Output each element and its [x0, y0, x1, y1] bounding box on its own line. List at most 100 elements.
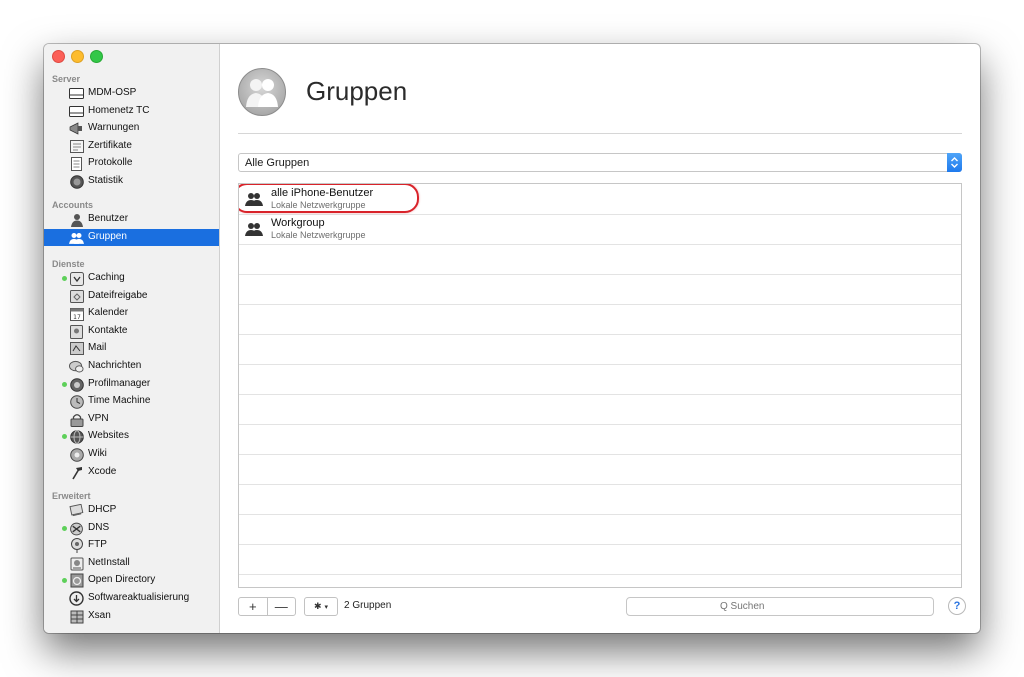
main-content: Gruppen Alle Gruppen alle iPhone-Benutze…	[220, 44, 980, 633]
gear-icon: ✱	[313, 601, 322, 611]
action-menu-button[interactable]: ✱ ▾	[304, 597, 338, 616]
sidebar-item-mail[interactable]: Mail	[44, 340, 219, 357]
contacts-icon	[69, 324, 84, 339]
sidebar-item-netinstall[interactable]: NetInstall	[44, 555, 219, 572]
vpn-icon	[69, 412, 84, 427]
table-row	[239, 514, 961, 545]
group-icon	[245, 222, 265, 238]
sidebar-item-label: Benutzer	[88, 213, 129, 224]
profile-manager-icon	[69, 377, 84, 392]
sidebar-item-label: Gruppen	[88, 231, 127, 242]
close-button[interactable]	[52, 50, 65, 63]
table-row	[239, 334, 961, 365]
sidebar-item-label: Nachrichten	[88, 360, 142, 371]
sidebar-item-dateifreigabe[interactable]: Dateifreigabe	[44, 288, 219, 305]
sidebar-item-label: Caching	[88, 272, 125, 283]
table-row	[239, 364, 961, 395]
netinstall-icon	[69, 556, 84, 571]
group-icon	[69, 230, 84, 245]
server-icon	[69, 86, 84, 101]
table-row	[239, 244, 961, 275]
sidebar-item-softwareaktualisierung[interactable]: Softwareaktualisierung	[44, 590, 219, 607]
certificate-icon	[69, 139, 84, 154]
group-filter-select[interactable]: Alle Gruppen	[238, 153, 962, 172]
sidebar-item-warnungen[interactable]: Warnungen	[44, 120, 219, 137]
sidebar-item-label: Kontakte	[88, 325, 128, 336]
sidebar-item-label: MDM-OSP	[88, 87, 137, 98]
sidebar-item-label: Kalender	[88, 307, 129, 318]
sidebar-item-ftp[interactable]: FTP	[44, 537, 219, 554]
window-controls	[52, 50, 103, 63]
table-row	[239, 484, 961, 515]
table-row	[239, 544, 961, 575]
annotation-highlight-ring	[239, 184, 419, 213]
table-row	[239, 424, 961, 455]
table-row[interactable]: Workgroup Lokale Netzwerkgruppe	[239, 214, 961, 245]
sidebar-item-label: Open Directory	[88, 574, 156, 585]
sidebar-item-label: Mail	[88, 342, 107, 353]
sidebar-item-mdm-osp[interactable]: MDM-OSP	[44, 85, 219, 102]
table-row[interactable]: alle iPhone-Benutzer Lokale Netzwerkgrupp…	[239, 184, 961, 215]
sidebar-item-vpn[interactable]: VPN	[44, 411, 219, 428]
group-list[interactable]: alle iPhone-Benutzer Lokale Netzwerkgrupp…	[238, 183, 962, 588]
mail-icon	[69, 341, 84, 356]
table-row	[239, 394, 961, 425]
sidebar-section-server: Server	[52, 74, 81, 84]
sidebar-item-label: Zertifikate	[88, 140, 132, 151]
xsan-icon	[69, 609, 84, 624]
bottom-toolbar: + — ✱ ▾ 2 Gruppen ?	[238, 597, 966, 617]
group-type: Lokale Netzwerkgruppe	[271, 230, 366, 240]
minimize-button[interactable]	[71, 50, 84, 63]
sidebar-item-zertifikate[interactable]: Zertifikate	[44, 138, 219, 155]
group-name: Workgroup	[271, 217, 325, 229]
sidebar-item-xcode[interactable]: Xcode	[44, 464, 219, 481]
sidebar-item-label: Wiki	[88, 448, 107, 459]
sidebar-item-label: Time Machine	[88, 395, 151, 406]
sidebar-item-label: Xcode	[88, 466, 117, 477]
sidebar-item-dns[interactable]: DNS	[44, 520, 219, 537]
sidebar-item-kalender[interactable]: 17 Kalender	[44, 305, 219, 322]
sidebar-item-xsan[interactable]: Xsan	[44, 608, 219, 625]
add-group-button[interactable]: +	[239, 598, 268, 615]
select-chevron-icon[interactable]	[947, 153, 962, 172]
search-field[interactable]	[626, 597, 934, 616]
service-running-indicator	[62, 578, 67, 583]
folder-icon	[69, 289, 84, 304]
table-row	[239, 454, 961, 485]
document-icon	[69, 156, 84, 171]
sidebar-item-time-machine[interactable]: Time Machine	[44, 393, 219, 410]
sidebar-item-wiki[interactable]: Wiki	[44, 446, 219, 463]
remove-group-button[interactable]: —	[268, 598, 296, 615]
search-input[interactable]	[720, 601, 840, 612]
help-button[interactable]: ?	[948, 597, 966, 615]
sidebar-item-caching[interactable]: Caching	[44, 270, 219, 287]
dhcp-icon	[69, 503, 84, 518]
sidebar-item-label: Dateifreigabe	[88, 290, 148, 301]
service-running-indicator	[62, 526, 67, 531]
sidebar-item-open-directory[interactable]: Open Directory	[44, 572, 219, 589]
sidebar-item-nachrichten[interactable]: Nachrichten	[44, 358, 219, 375]
sidebar-item-homenetz-tc[interactable]: Homenetz TC	[44, 103, 219, 120]
sidebar-item-profilmanager[interactable]: Profilmanager	[44, 376, 219, 393]
server-icon	[69, 104, 84, 119]
sidebar-item-dhcp[interactable]: DHCP	[44, 502, 219, 519]
sidebar-item-protokolle[interactable]: Protokolle	[44, 155, 219, 172]
sidebar-item-label: Protokolle	[88, 157, 133, 168]
table-row	[239, 304, 961, 335]
sidebar-section-dienste: Dienste	[52, 259, 85, 269]
sidebar-item-statistik[interactable]: Statistik	[44, 173, 219, 190]
dns-icon	[69, 521, 84, 536]
group-count: 2 Gruppen	[344, 600, 392, 611]
zoom-button[interactable]	[90, 50, 103, 63]
page-title: Gruppen	[306, 76, 408, 106]
sidebar-item-benutzer[interactable]: Benutzer	[44, 211, 219, 228]
service-running-indicator	[62, 382, 67, 387]
service-running-indicator	[62, 434, 67, 439]
sidebar-item-kontakte[interactable]: Kontakte	[44, 323, 219, 340]
software-update-icon	[69, 591, 84, 606]
group-header-icon	[238, 68, 286, 116]
sidebar-item-gruppen[interactable]: Gruppen	[44, 229, 219, 246]
sidebar-item-label: NetInstall	[88, 557, 130, 568]
sidebar-item-websites[interactable]: Websites	[44, 428, 219, 445]
add-remove-buttons: + —	[238, 597, 296, 616]
